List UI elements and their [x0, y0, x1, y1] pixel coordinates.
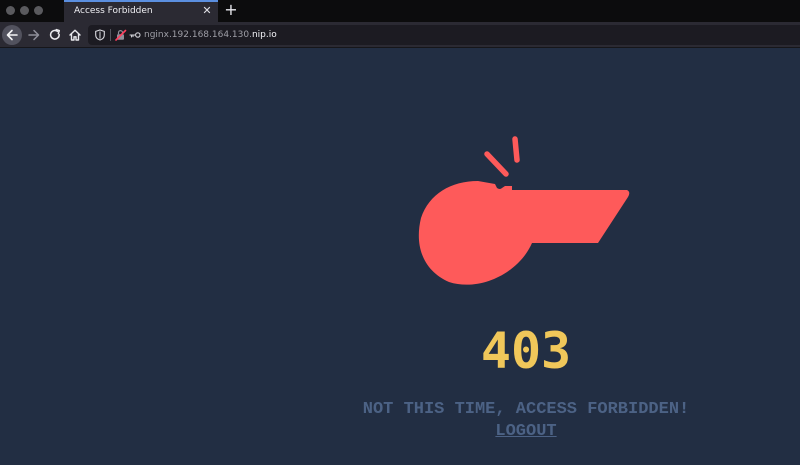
new-tab-button[interactable]: + [222, 1, 240, 21]
url-domain: nip.io [251, 30, 277, 40]
address-bar[interactable]: nginx.192.168.164.130.nip.io [88, 25, 800, 45]
error-message: NOT THIS TIME, ACCESS FORBIDDEN! [362, 400, 690, 419]
error-code: 403 [480, 322, 572, 380]
forward-button[interactable] [24, 25, 44, 45]
navigation-toolbar: nginx.192.168.164.130.nip.io [0, 22, 800, 48]
back-arrow-icon [6, 29, 18, 41]
logout-link[interactable]: LOGOUT [446, 421, 606, 443]
error-page: 403 NOT THIS TIME, ACCESS FORBIDDEN! LOG… [0, 49, 800, 465]
window-minimize-dot[interactable] [20, 6, 29, 15]
tab-strip: Access Forbidden ✕ + [0, 0, 800, 22]
url-host: nginx.192.168.164.130. [144, 30, 252, 40]
window-maximize-dot[interactable] [34, 6, 43, 15]
url-text[interactable]: nginx.192.168.164.130.nip.io [144, 25, 277, 45]
tab-title: Access Forbidden [74, 6, 153, 16]
home-icon [69, 29, 81, 41]
tab-close-icon[interactable]: ✕ [200, 4, 214, 18]
window-close-dot[interactable] [6, 6, 15, 15]
tab-access-forbidden[interactable]: Access Forbidden ✕ [64, 0, 218, 22]
key-icon[interactable] [129, 30, 141, 40]
shield-icon[interactable] [94, 29, 106, 41]
back-button[interactable] [2, 25, 22, 45]
broken-lock-icon[interactable] [115, 29, 127, 41]
reload-icon [49, 28, 61, 40]
forward-arrow-icon [28, 29, 40, 41]
reload-button[interactable] [45, 25, 65, 45]
urlbar-separator [110, 29, 111, 41]
home-button[interactable] [65, 25, 85, 45]
